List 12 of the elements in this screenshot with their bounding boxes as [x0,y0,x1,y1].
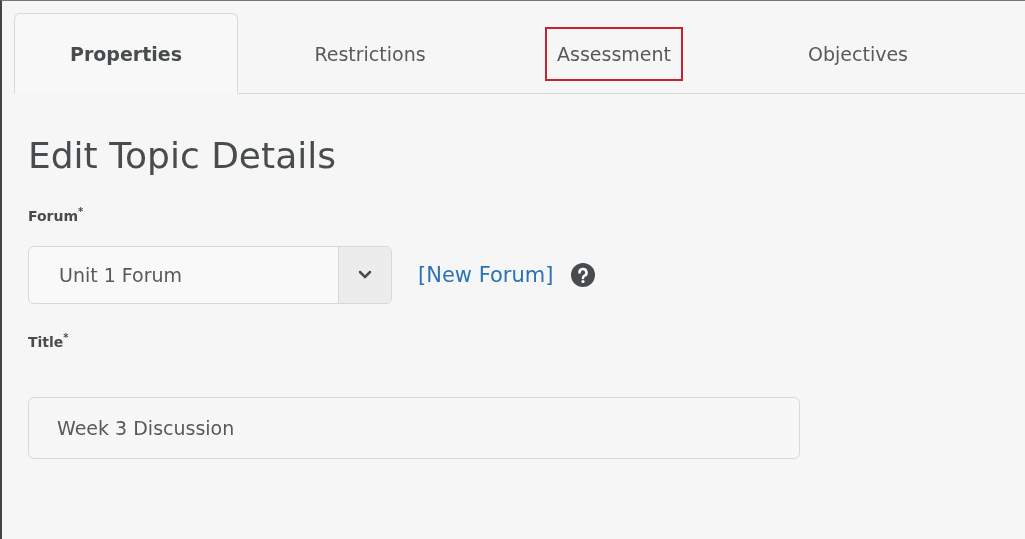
tab[interactable]: Objectives [746,13,970,94]
help-icon[interactable] [571,262,596,287]
forum-select[interactable]: Unit 1 Forum [28,245,392,304]
page-heading: Edit Topic Details [28,134,337,178]
field-label: Forum$^{*}$ [28,206,85,224]
tab[interactable]: Assessment [502,13,726,94]
title-input[interactable]: Week 3 Discussion [28,397,800,460]
new-forum-link[interactable]: [New Forum] [418,262,554,287]
tab[interactable]: Properties [14,13,238,94]
field-label: Title$^{*}$ [28,331,70,350]
chevron-down-icon [358,270,372,280]
tab[interactable]: Restrictions [258,13,482,94]
